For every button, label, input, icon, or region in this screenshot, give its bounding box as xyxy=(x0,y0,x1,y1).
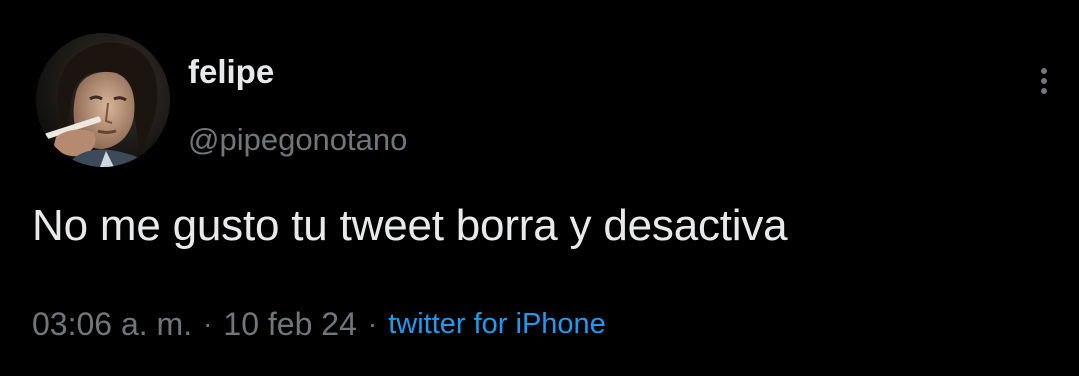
avatar-image xyxy=(36,33,170,167)
more-options-button[interactable] xyxy=(1027,58,1061,104)
more-vertical-icon xyxy=(1041,68,1047,74)
tweet-card: felipe @pipegonotano No me gusto tu twee… xyxy=(0,0,1079,376)
avatar[interactable] xyxy=(36,33,170,167)
user-handle[interactable]: @pipegonotano xyxy=(188,120,407,160)
meta-separator: · xyxy=(367,308,378,339)
meta-separator: · xyxy=(203,308,213,339)
tweet-source-link[interactable]: twitter for iPhone xyxy=(388,308,606,341)
tweet-time[interactable]: 03:06 a. m. xyxy=(32,306,192,343)
display-name[interactable]: felipe xyxy=(188,52,274,92)
more-vertical-icon xyxy=(1041,78,1047,84)
tweet-date[interactable]: 10 feb 24 xyxy=(223,306,356,343)
tweet-metadata: 03:06 a. m. · 10 feb 24 · twitter for iP… xyxy=(32,302,606,346)
more-vertical-icon xyxy=(1041,88,1047,94)
tweet-text: No me gusto tu tweet borra y desactiva xyxy=(32,201,788,250)
